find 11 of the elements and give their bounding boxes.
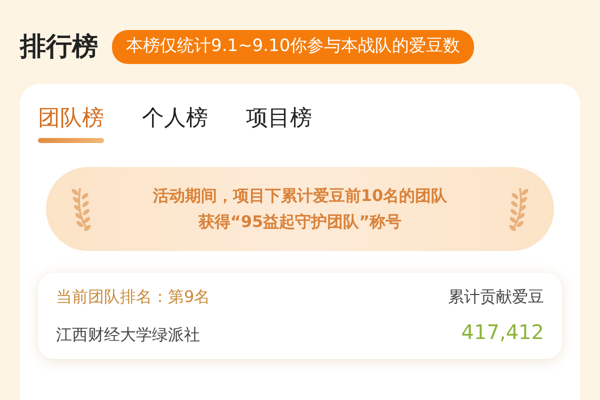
banner-text: 活动期间，项目下累计爱豆前10名的团队 [152, 184, 448, 207]
team-rank: 当前团队排名：第9名 [56, 286, 210, 308]
total-label: 累计贡献爱豆 [448, 286, 544, 308]
total-value: 417,412 [461, 318, 544, 346]
page-title: 排行榜 [20, 34, 98, 60]
tab[interactable]: 团队榜 [38, 102, 104, 142]
team-name: 江西财经大学绿派社 [56, 324, 200, 346]
tab[interactable]: 项目榜 [246, 102, 312, 142]
notice-pill: 本榜仅统计9.1~9.10你参与本战队的爱豆数 [112, 30, 474, 64]
tab[interactable]: 个人榜 [142, 102, 208, 142]
banner-text: 获得“95益起守护团队”称号 [197, 210, 403, 232]
